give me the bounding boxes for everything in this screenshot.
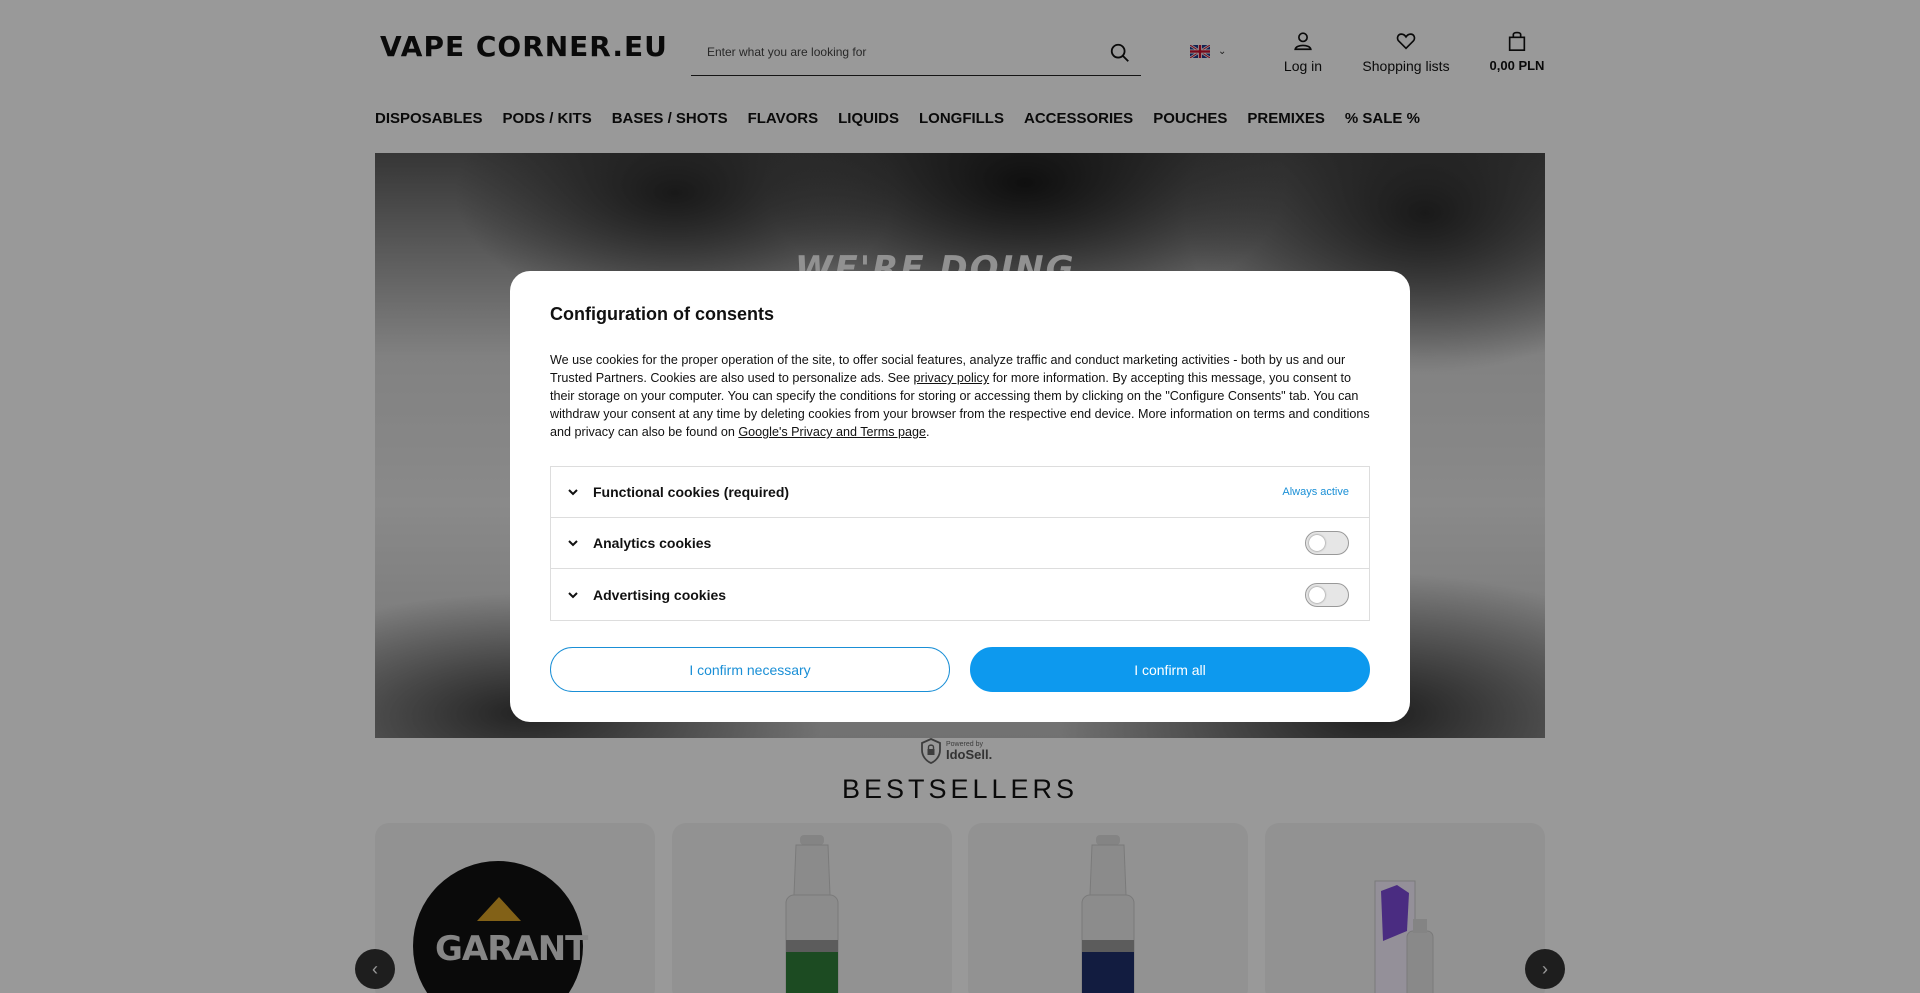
functional-cookies-label: Functional cookies (required) (593, 484, 790, 500)
chevron-down-icon (568, 489, 578, 496)
analytics-cookies-row[interactable]: Analytics cookies (551, 518, 1369, 569)
toggle-knob (1309, 586, 1325, 603)
advertising-cookies-toggle[interactable] (1305, 582, 1349, 607)
advertising-cookies-label: Advertising cookies (593, 586, 727, 603)
functional-cookies-row[interactable]: Functional cookies (required) Always act… (551, 467, 1369, 518)
consent-categories: Functional cookies (required) Always act… (550, 466, 1370, 621)
toggle-knob (1309, 535, 1325, 551)
chevron-down-icon (568, 591, 578, 598)
privacy-policy-link[interactable]: privacy policy (914, 371, 990, 385)
chevron-down-icon (568, 540, 578, 547)
analytics-cookies-label: Analytics cookies (593, 535, 712, 551)
always-active-badge: Always active (1282, 486, 1349, 498)
google-privacy-link[interactable]: Google's Privacy and Terms page (738, 425, 926, 439)
confirm-all-button[interactable]: I confirm all (970, 647, 1370, 692)
consent-text-part3: . (926, 425, 930, 439)
analytics-cookies-toggle[interactable] (1305, 531, 1349, 555)
modal-title: Configuration of consents (550, 304, 774, 324)
consent-description: We use cookies for the proper operation … (550, 351, 1370, 441)
consent-modal: Configuration of consents We use cookies… (510, 271, 1410, 722)
advertising-cookies-row[interactable]: Advertising cookies (551, 569, 1369, 620)
confirm-necessary-button[interactable]: I confirm necessary (550, 647, 950, 692)
